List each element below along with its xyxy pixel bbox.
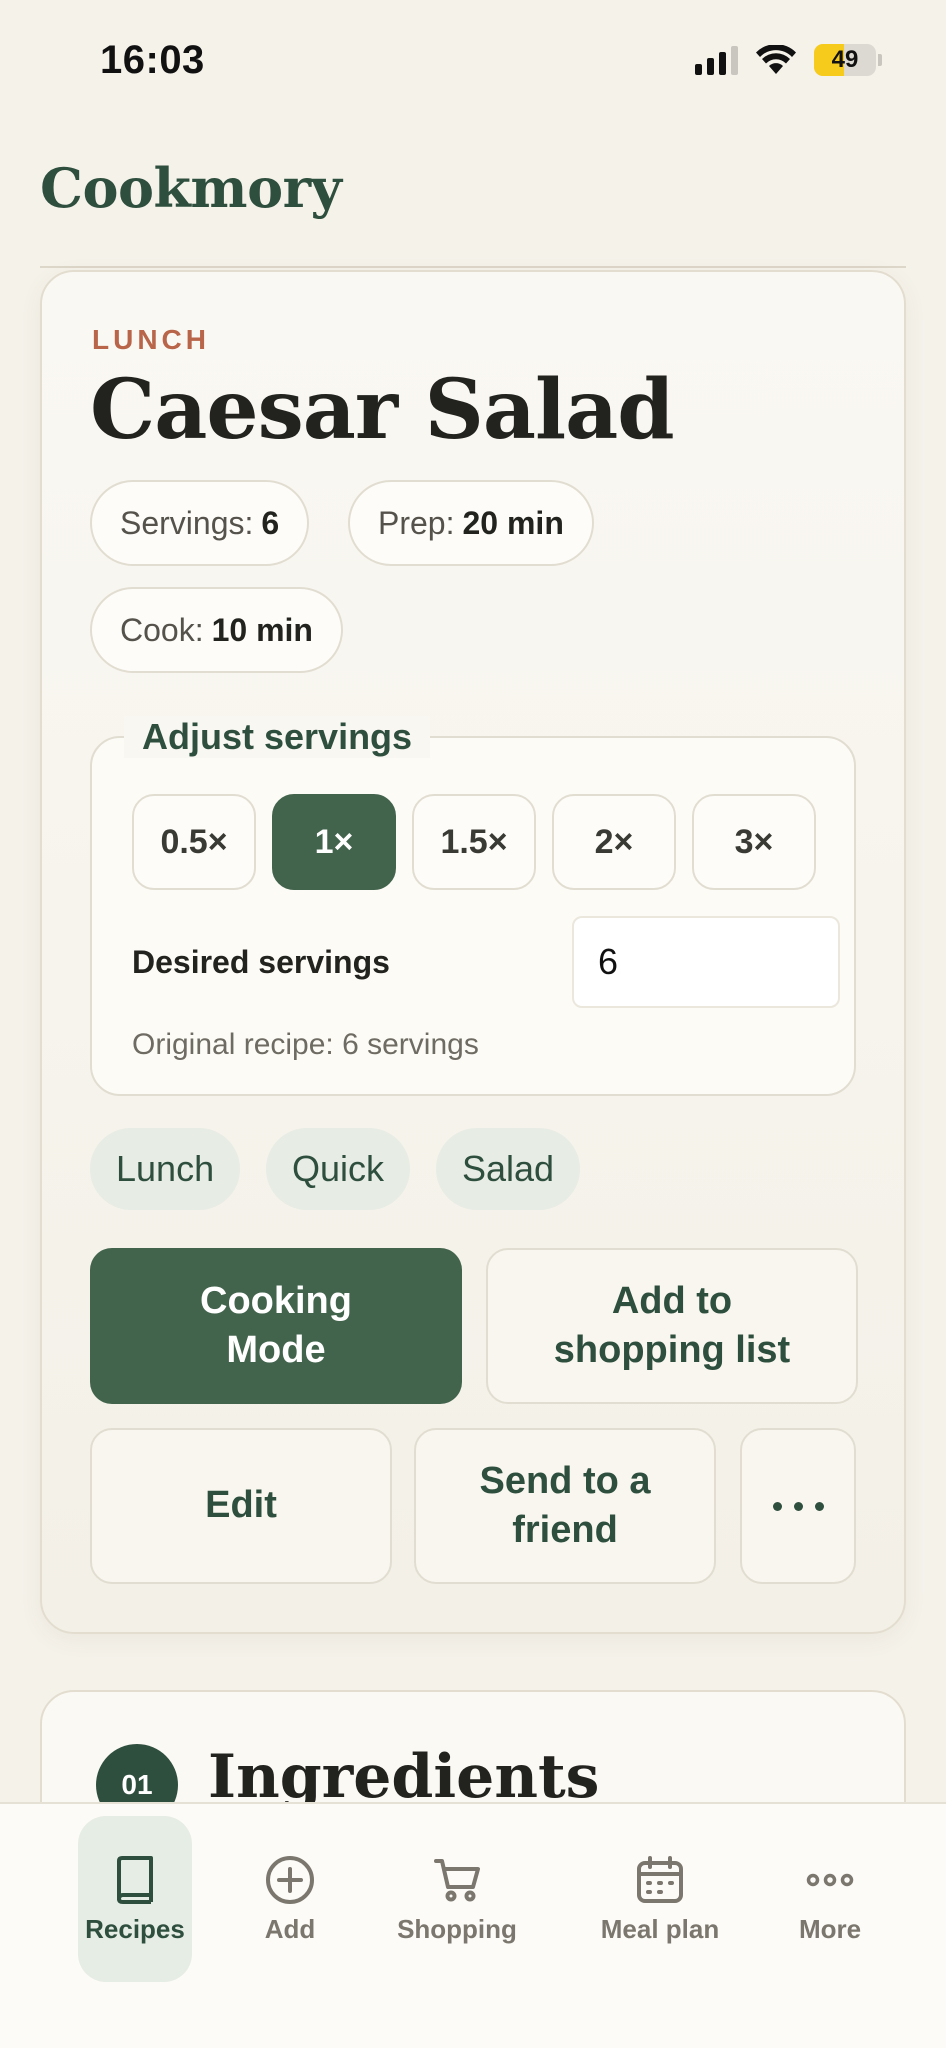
multiplier-1.5x-button[interactable]: 1.5× — [412, 794, 536, 890]
edit-button[interactable]: Edit — [90, 1428, 392, 1584]
tab-add[interactable]: Add — [250, 1816, 330, 1982]
more-options-button[interactable] — [740, 1428, 856, 1584]
tag-salad[interactable]: Salad — [436, 1128, 581, 1210]
wifi-icon — [756, 45, 796, 75]
signal-icon — [695, 45, 738, 75]
prep-pill: Prep: 20 min — [348, 480, 594, 566]
cooking-mode-button[interactable]: Cooking Mode — [90, 1248, 462, 1404]
recipe-category: LUNCH — [92, 324, 210, 355]
cook-pill-value: 10 min — [211, 611, 313, 648]
multiplier-3x-button[interactable]: 3× — [692, 794, 816, 890]
tag-lunch[interactable]: Lunch — [90, 1128, 241, 1210]
add-to-shopping-list-button[interactable]: Add to shopping list — [486, 1248, 858, 1404]
tab-meal-plan-label: Meal plan — [600, 1913, 720, 1944]
battery-level: 49 — [831, 46, 859, 73]
prep-pill-value: 20 min — [462, 504, 564, 541]
tab-more[interactable]: More — [790, 1816, 870, 1982]
multiplier-2x-button[interactable]: 2× — [552, 794, 676, 890]
multiplier-1x-button[interactable]: 1× — [272, 794, 396, 890]
recipe-title: Caesar Salad — [90, 362, 675, 458]
title-divider — [40, 266, 906, 268]
cook-pill-label: Cook: — [120, 611, 204, 648]
tab-add-label: Add — [264, 1913, 316, 1944]
desired-servings-label: Desired servings — [132, 944, 390, 980]
battery-icon: 49 — [814, 44, 882, 76]
tab-more-label: More — [798, 1913, 862, 1944]
adjust-servings-legend: Adjust servings — [124, 716, 431, 758]
servings-pill-value: 6 — [261, 504, 280, 541]
send-to-friend-button[interactable]: Send to a friend — [414, 1428, 716, 1584]
tag-quick[interactable]: Quick — [266, 1128, 411, 1210]
tab-recipes[interactable]: Recipes — [78, 1816, 192, 1982]
tab-shopping[interactable]: Shopping — [388, 1816, 526, 1982]
bottom-tab-bar: Recipes Add Shopping Meal plan More — [0, 1802, 946, 2048]
original-servings-note: Original recipe: 6 servings — [132, 1028, 479, 1061]
servings-pill: Servings: 6 — [90, 480, 310, 566]
tab-shopping-label: Shopping — [397, 1913, 517, 1944]
tab-recipes-label: Recipes — [85, 1913, 185, 1944]
ellipsis-icon — [772, 1501, 824, 1511]
multiplier-0.5x-button[interactable]: 0.5× — [132, 794, 256, 890]
adjust-servings-panel: Adjust servings 0.5× 1× 1.5× 2× 3× Desir… — [90, 716, 856, 1096]
cook-pill: Cook: 10 min — [90, 587, 343, 673]
app-title: Cookmory — [40, 156, 342, 220]
recipe-card: LUNCH Caesar Salad Servings: 6 Prep: 20 … — [40, 270, 906, 1634]
servings-pill-label: Servings: — [120, 504, 254, 541]
plus-circle-icon — [264, 1854, 316, 1906]
desired-servings-input[interactable]: 6 — [572, 916, 840, 1008]
status-time: 16:03 — [100, 38, 205, 82]
tab-meal-plan[interactable]: Meal plan — [590, 1816, 730, 1982]
calendar-icon — [634, 1854, 686, 1906]
more-icon — [804, 1854, 856, 1906]
prep-pill-label: Prep: — [378, 504, 455, 541]
status-icons: 49 — [695, 44, 882, 76]
status-bar: 16:03 49 — [0, 0, 946, 120]
book-icon — [109, 1854, 161, 1906]
cart-icon — [431, 1854, 483, 1906]
